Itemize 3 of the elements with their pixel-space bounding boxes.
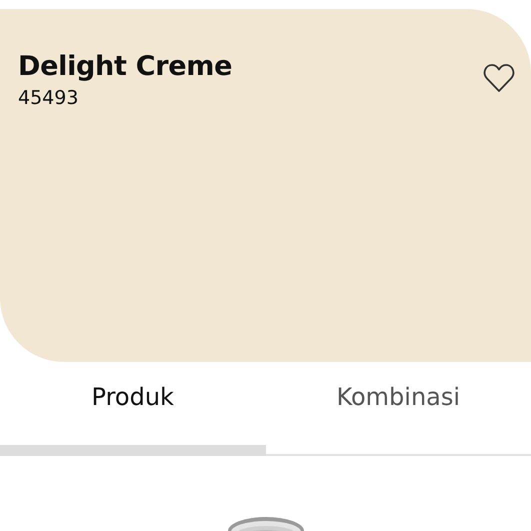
heart-icon[interactable]: [483, 63, 515, 93]
color-code: 45493: [18, 86, 80, 110]
color-name: Delight Creme: [18, 50, 232, 84]
